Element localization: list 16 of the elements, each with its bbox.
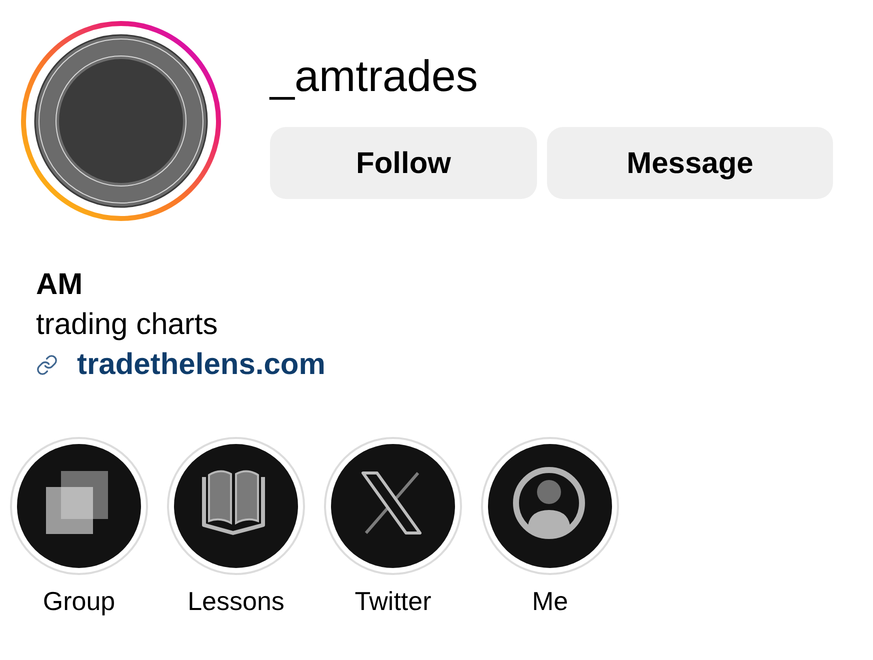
link-icon bbox=[36, 354, 58, 376]
message-button[interactable]: Message bbox=[547, 127, 833, 199]
user-circle-icon bbox=[481, 437, 619, 575]
highlight-button[interactable]: Me bbox=[481, 437, 619, 616]
overlapping-squares-icon bbox=[10, 437, 148, 575]
bio-text: trading charts bbox=[36, 307, 218, 343]
highlight-button[interactable]: Lessons bbox=[167, 437, 305, 616]
website-link[interactable]: tradethelens.com bbox=[77, 345, 326, 385]
x-logo-icon bbox=[324, 437, 462, 575]
highlight-button[interactable]: Group bbox=[10, 437, 148, 616]
open-book-icon bbox=[167, 437, 305, 575]
story-ring[interactable] bbox=[21, 21, 221, 221]
username: _amtrades bbox=[270, 55, 479, 99]
display-name: AM bbox=[36, 267, 83, 303]
highlight-button[interactable]: Twitter bbox=[324, 437, 462, 616]
follow-button[interactable]: Follow bbox=[270, 127, 537, 199]
